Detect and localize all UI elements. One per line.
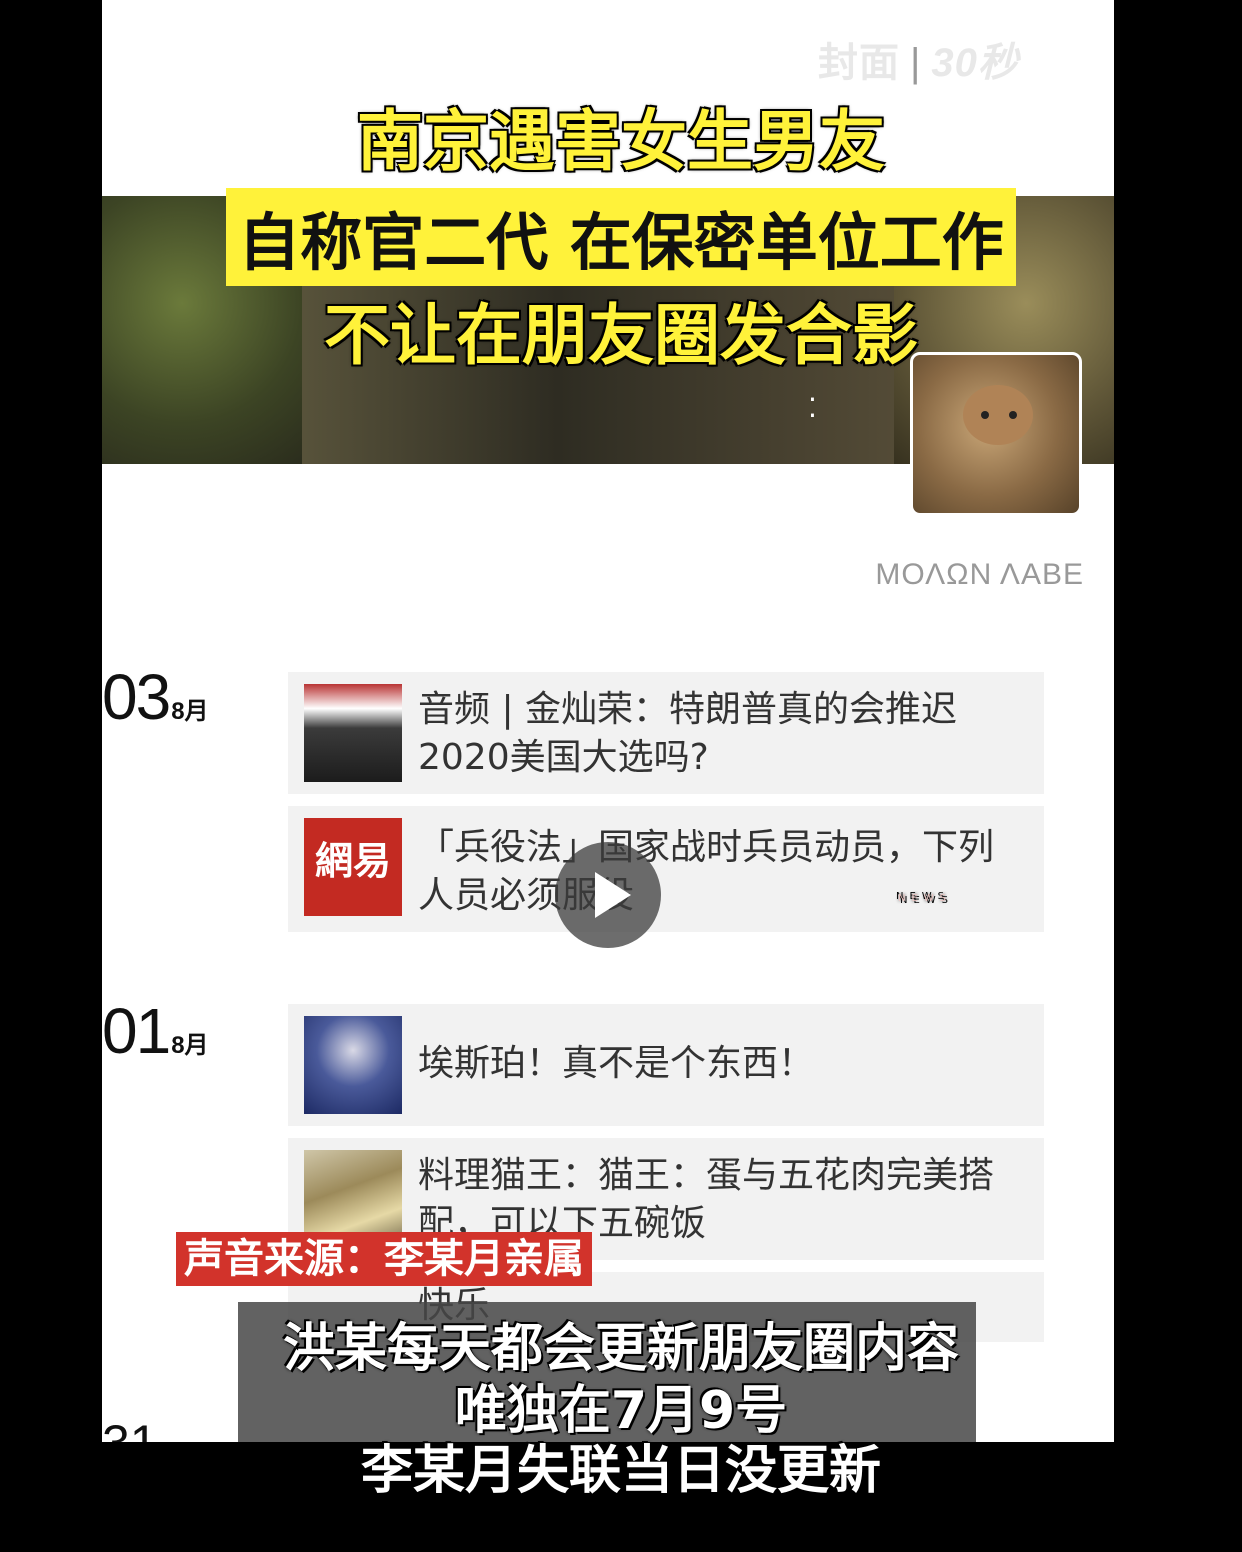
feed-post[interactable]: 音频 | 金灿荣：特朗普真的会推迟2020美国大选吗? (288, 672, 1044, 794)
post-thumbnail (304, 1016, 402, 1114)
netease-logo-icon: 網易 NEWS (304, 818, 946, 916)
post-thumbnail (304, 684, 402, 782)
headline-line-2: 自称官二代 在保密单位工作 (226, 188, 1016, 286)
feed-date: 038月 (102, 661, 209, 733)
post-title: 音频 | 金灿荣：特朗普真的会推迟2020美国大选吗? (418, 689, 958, 778)
play-button-icon[interactable] (555, 842, 661, 948)
headline-line-3: 不让在朋友圈发合影 (324, 297, 918, 374)
brand-logo: 封面 | 30秒 (818, 41, 1019, 85)
post-title: 「兵役法」国家战时兵员动员，下列人员必须服役 (418, 827, 995, 916)
feed-post[interactable]: 埃斯珀！真不是个东西！ (288, 1004, 1044, 1126)
feed-date: 018月 (102, 995, 209, 1067)
feed-post[interactable]: 網易 NEWS 「兵役法」国家战时兵员动员，下列人员必须服役 (288, 806, 1044, 932)
subtitle-line-3: 李某月失联当日没更新 (360, 1441, 881, 1501)
post-title: 埃斯珀！真不是个东西！ (418, 1043, 815, 1084)
more-icon[interactable]: · · (808, 386, 817, 430)
headline-line-1: 南京遇害女生男友 (357, 103, 885, 180)
source-tag: 声音来源：李某月亲属 (176, 1232, 592, 1286)
profile-signature: ΜΟΛΩΝ ΛΑΒΕ (875, 558, 1084, 591)
